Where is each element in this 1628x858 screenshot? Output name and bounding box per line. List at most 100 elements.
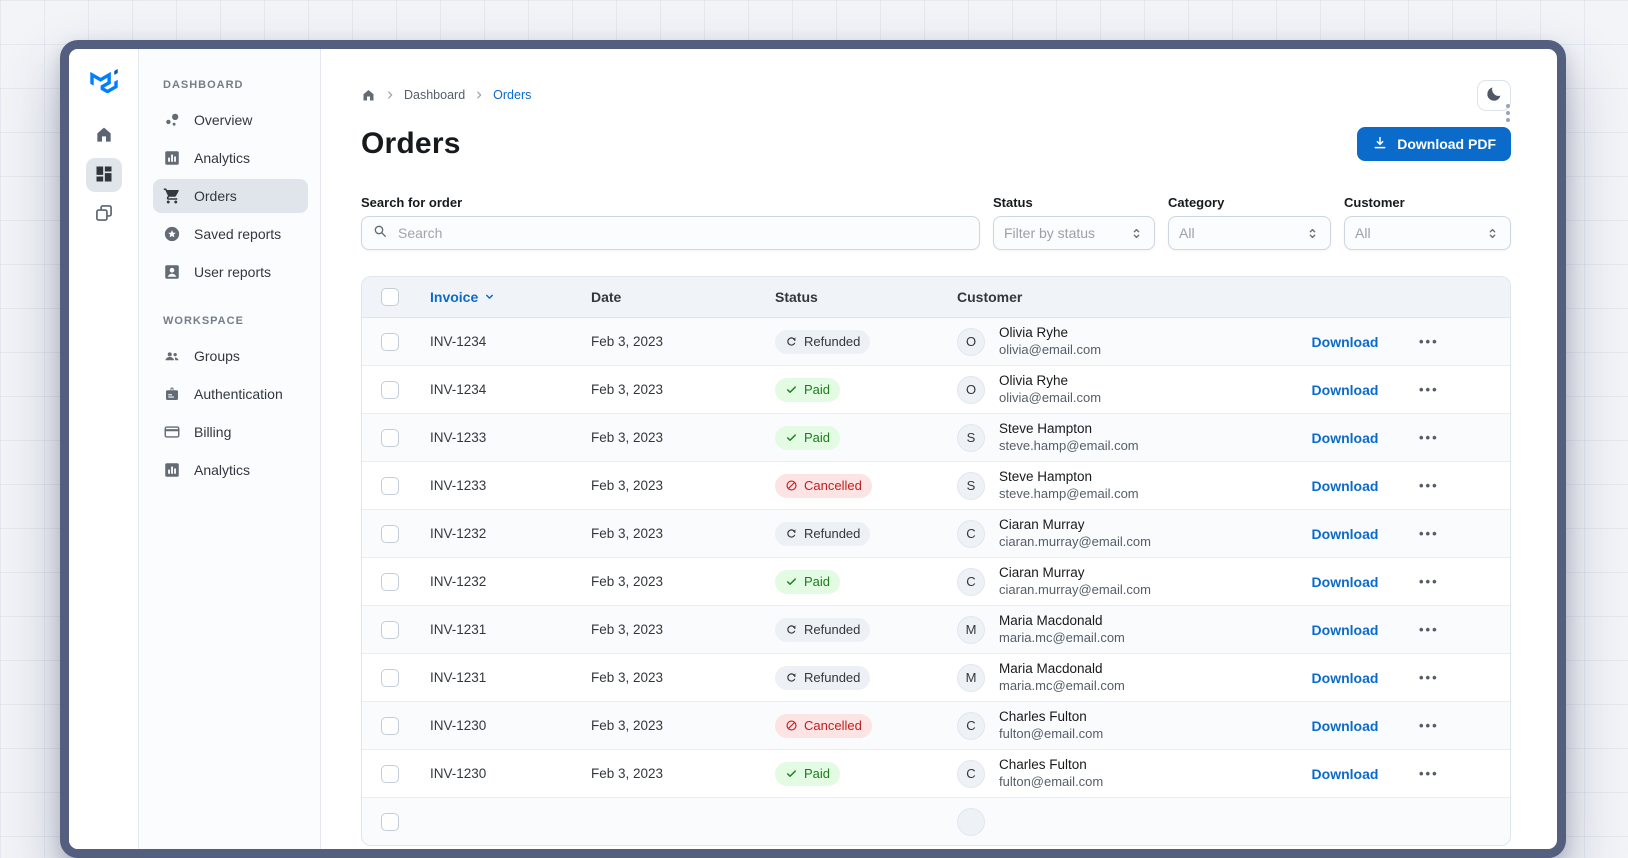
download-link[interactable]: Download (1312, 622, 1379, 638)
home-icon[interactable] (361, 88, 376, 103)
rail-home-button[interactable] (86, 119, 122, 153)
breadcrumb-dashboard[interactable]: Dashboard (404, 88, 465, 102)
customer-filter-select[interactable]: All (1344, 216, 1511, 250)
row-checkbox[interactable] (381, 572, 399, 591)
download-link[interactable]: Download (1312, 334, 1379, 350)
people-icon (163, 347, 181, 365)
row-checkbox[interactable] (381, 332, 399, 351)
category-filter-value: All (1179, 225, 1195, 241)
avatar: O (957, 327, 985, 356)
row-checkbox[interactable] (381, 620, 399, 639)
row-more-button[interactable]: ••• (1419, 670, 1439, 685)
row-more-button[interactable]: ••• (1419, 622, 1439, 637)
sidebar-item-groups[interactable]: Groups (153, 339, 308, 373)
sidebar-section: WORKSPACE Groups Authentication Billing … (153, 315, 308, 487)
sidebar-item-analytics[interactable]: Analytics (153, 141, 308, 175)
check-icon (785, 431, 798, 444)
table-row: INV-1234 Feb 3, 2023 Paid O Olivia Ryhe … (362, 366, 1510, 414)
customer-name: Maria Macdonald (999, 661, 1103, 677)
column-header-status[interactable]: Status (763, 289, 945, 305)
download-link[interactable]: Download (1312, 430, 1379, 446)
sidebar-item-user-reports[interactable]: User reports (153, 255, 308, 289)
row-checkbox[interactable] (381, 764, 399, 783)
customer-name: Olivia Ryhe (999, 325, 1069, 341)
status-label: Refunded (804, 670, 861, 685)
filters-row: Search for order Status Filter by status… (361, 195, 1511, 250)
select-all-checkbox[interactable] (381, 288, 399, 306)
row-checkbox[interactable] (381, 380, 399, 399)
row-checkbox[interactable] (381, 668, 399, 687)
customer-email: fulton@email.com (999, 773, 1104, 789)
breadcrumb-orders[interactable]: Orders (493, 88, 531, 102)
customer-filter-label: Customer (1344, 195, 1405, 210)
invoice-id: INV-1233 (430, 430, 487, 445)
customer-email: maria.mc@email.com (999, 677, 1125, 693)
shopping-cart-icon (163, 187, 181, 205)
rail-dashboard-button[interactable] (85, 158, 122, 192)
download-icon (1372, 135, 1388, 154)
rail-windows-button[interactable] (86, 197, 122, 231)
download-link[interactable]: Download (1312, 382, 1379, 398)
download-link[interactable]: Download (1312, 766, 1379, 782)
status-label: Refunded (804, 334, 861, 349)
refresh-icon (785, 335, 798, 348)
row-more-button[interactable]: ••• (1419, 430, 1439, 445)
row-checkbox[interactable] (381, 716, 399, 735)
category-filter-select[interactable]: All (1168, 216, 1331, 250)
status-chip: Refunded (775, 665, 871, 690)
sidebar-section-label: WORKSPACE (163, 315, 244, 327)
sidebar-item-analytics[interactable]: Analytics (153, 453, 308, 487)
row-more-button[interactable]: ••• (1419, 478, 1439, 493)
bubble-chart-icon (163, 111, 181, 129)
sidebar-item-orders[interactable]: Orders (153, 179, 308, 213)
order-date: Feb 3, 2023 (591, 430, 664, 445)
download-pdf-button[interactable]: Download PDF (1357, 127, 1511, 161)
row-more-button[interactable]: ••• (1419, 334, 1439, 349)
avatar: S (957, 423, 985, 452)
row-more-button[interactable]: ••• (1419, 718, 1439, 733)
row-checkbox[interactable] (381, 524, 399, 543)
status-filter-field: Status Filter by status (993, 195, 1155, 250)
column-header-customer[interactable]: Customer (945, 289, 1295, 305)
status-label: Cancelled (804, 478, 862, 493)
avatar: O (957, 375, 985, 404)
category-filter-field: Category All (1168, 195, 1331, 250)
row-checkbox[interactable] (381, 476, 399, 495)
column-header-invoice[interactable]: Invoice (418, 289, 579, 305)
bar-chart-icon (163, 461, 181, 479)
row-checkbox[interactable] (381, 428, 399, 447)
status-chip: Cancelled (775, 473, 872, 498)
download-link[interactable]: Download (1312, 574, 1379, 590)
download-link[interactable]: Download (1312, 718, 1379, 734)
status-chip: Paid (775, 425, 841, 450)
sidebar-item-billing[interactable]: Billing (153, 415, 308, 449)
download-link[interactable]: Download (1312, 670, 1379, 686)
search-input[interactable] (396, 224, 969, 242)
row-more-button[interactable]: ••• (1419, 574, 1439, 589)
status-chip: Refunded (775, 329, 871, 354)
moon-icon (1485, 85, 1503, 106)
avatar: C (957, 519, 985, 548)
row-more-button[interactable]: ••• (1419, 382, 1439, 397)
status-label: Paid (804, 766, 831, 781)
row-more-button[interactable]: ••• (1419, 526, 1439, 541)
status-label: Paid (804, 382, 831, 397)
status-filter-select[interactable]: Filter by status (993, 216, 1155, 250)
unfold-chevrons-icon (1129, 226, 1144, 241)
download-link[interactable]: Download (1312, 478, 1379, 494)
invoice-id: INV-1231 (430, 622, 487, 637)
row-more-button[interactable]: ••• (1419, 766, 1439, 781)
download-link[interactable]: Download (1312, 526, 1379, 542)
sidebar-item-overview[interactable]: Overview (153, 103, 308, 137)
column-header-date[interactable]: Date (579, 289, 763, 305)
mui-logo (89, 69, 118, 94)
row-checkbox[interactable] (381, 812, 399, 831)
order-date: Feb 3, 2023 (591, 574, 664, 589)
orders-table: Invoice Date Status Customer INV-1234 Fe… (361, 276, 1511, 846)
sidebar-item-authentication[interactable]: Authentication (153, 377, 308, 411)
search-label: Search for order (361, 195, 463, 210)
table-row: INV-1233 Feb 3, 2023 Paid S Steve Hampto… (362, 414, 1510, 462)
sidebar-item-saved-reports[interactable]: Saved reports (153, 217, 308, 251)
table-row (362, 798, 1510, 845)
invoice-id: INV-1231 (430, 670, 487, 685)
